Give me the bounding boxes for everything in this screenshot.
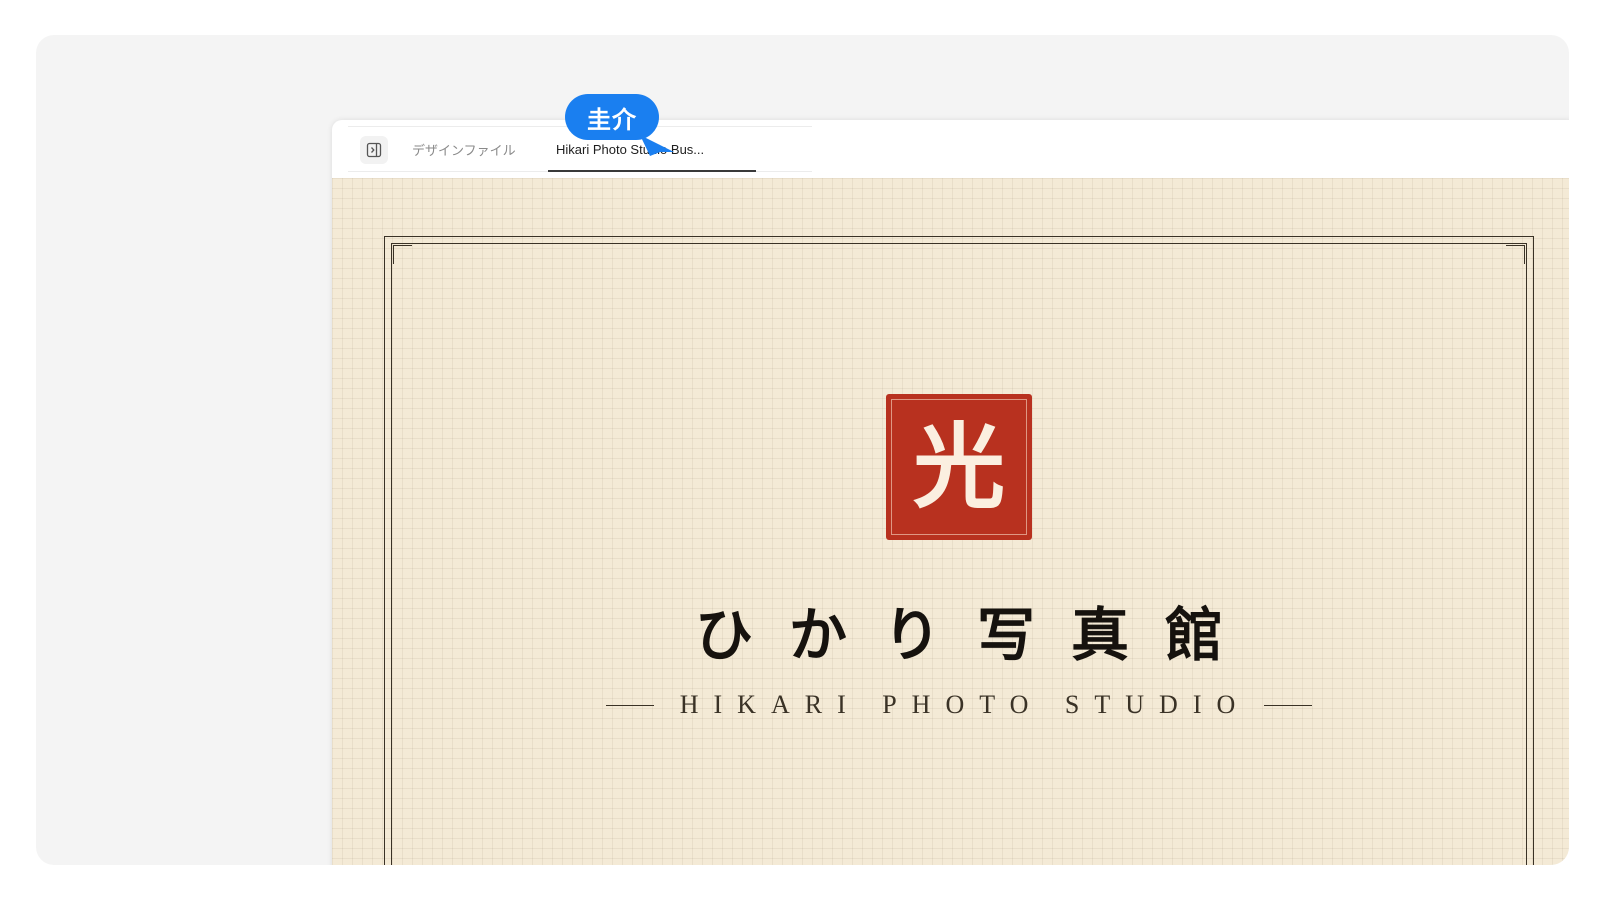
- tab-active-label: Hikari Photo Studio Bus...: [556, 141, 705, 157]
- design-canvas[interactable]: 光 ひかり写真館 HIKARI PHOTO STUDIO: [332, 178, 1569, 865]
- sidebar-toggle-button[interactable]: [360, 136, 388, 164]
- corner-ornament-top-right: [1506, 245, 1525, 264]
- subtitle-rule-right: [1264, 704, 1313, 706]
- business-card-frame: [384, 236, 1534, 865]
- corner-ornament-top-left: [393, 245, 412, 264]
- subtitle-rule-left: [605, 704, 654, 706]
- app-background: デザインファイル Hikari Photo Studio Bus... 光 ひか…: [36, 35, 1569, 865]
- seal-stamp-logo: 光: [886, 394, 1032, 540]
- studio-name-english-row: HIKARI PHOTO STUDIO: [384, 690, 1534, 720]
- sidebar-toggle-icon: [366, 142, 382, 158]
- seal-character: 光: [912, 413, 1005, 521]
- tab-design-files-label: デザインファイル: [412, 142, 516, 158]
- studio-name-japanese: ひかり写真館: [694, 601, 1259, 669]
- cursor-pointer-icon: [640, 135, 674, 156]
- business-card-inner-border: [391, 243, 1527, 865]
- collaborator-name-badge: 圭介: [565, 94, 659, 140]
- preview-window: デザインファイル Hikari Photo Studio Bus... 光 ひか…: [332, 120, 1569, 865]
- tab-design-files[interactable]: デザインファイル: [412, 127, 516, 171]
- studio-name-english: HIKARI PHOTO STUDIO: [679, 690, 1251, 719]
